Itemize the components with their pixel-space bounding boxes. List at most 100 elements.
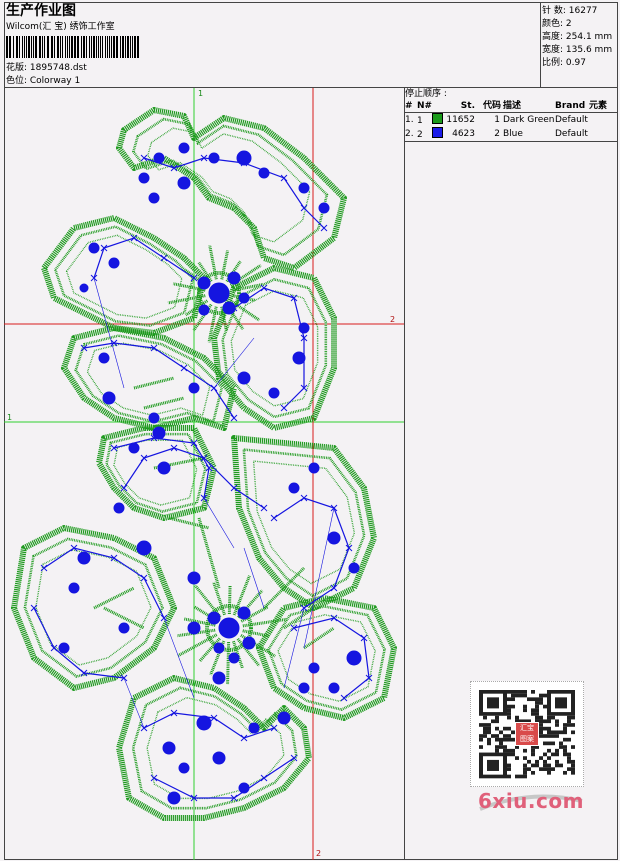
guide-label-h-green: 1: [7, 413, 12, 422]
leaf-stroke: [197, 517, 221, 589]
cross-stitch: [260, 774, 268, 782]
qr-module: [483, 715, 487, 720]
satin-dot: [346, 650, 362, 666]
colorway-label: 色位: Colorway 1: [6, 76, 81, 86]
cross-stitch: [140, 154, 148, 162]
qr-module: [483, 726, 487, 731]
stat-height: 高度: 254.1 mm: [542, 32, 613, 42]
qr-module: [555, 734, 559, 738]
qr-module: [507, 752, 511, 757]
qr-module: [547, 726, 551, 731]
satin-dot: [167, 791, 181, 805]
satin-dot: [118, 622, 130, 634]
satin-dot: [108, 257, 120, 269]
qr-module: [539, 693, 543, 698]
qr-module: [511, 752, 515, 757]
qr-module: [527, 697, 531, 702]
qr-module: [539, 723, 543, 727]
satin-dot: [79, 283, 89, 293]
qr-module: [495, 745, 499, 749]
cross-stitch: [270, 724, 278, 732]
petal-inner-outline: [131, 117, 329, 257]
qr-module: [483, 723, 487, 727]
qr-module: [507, 697, 511, 702]
satin-dot: [178, 142, 190, 154]
satin-dot: [236, 150, 252, 166]
barcode-bar: [54, 36, 55, 58]
satin-dot: [318, 202, 330, 214]
barcode-bar: [130, 36, 131, 58]
qr-module: [495, 719, 499, 724]
satin-dot: [298, 682, 310, 694]
qr-finder: [487, 697, 499, 709]
qr-module: [547, 719, 551, 724]
col-needle: N#: [417, 101, 433, 111]
satin-dot: [212, 671, 226, 685]
qr-module: [551, 715, 555, 720]
table-row: 1. 1 11652 1 Dark Green Default: [404, 112, 618, 128]
qr-module: [479, 737, 483, 742]
satin-dot: [187, 621, 201, 635]
company-name: Wilcom(汇 宝) 绣饰工作室: [6, 22, 115, 32]
satin-dot: [148, 192, 160, 204]
stat-scale: 比例: 0.97: [542, 58, 586, 68]
qr-module: [495, 715, 499, 720]
satin-dot: [298, 322, 310, 334]
qr-module: [571, 759, 575, 764]
petal-inner-outline: [113, 439, 198, 506]
cross-stitch: [280, 404, 288, 412]
satin-dot: [242, 636, 256, 650]
petal-inner-outline: [131, 686, 298, 810]
qr-module: [499, 730, 503, 735]
qr-module: [479, 745, 483, 749]
qr-module: [535, 712, 539, 716]
barcode-bar: [31, 36, 32, 58]
barcode-bar: [107, 36, 108, 58]
blue-stitch-path: [93, 237, 195, 279]
qr-module: [503, 745, 507, 749]
qr-module: [571, 767, 575, 771]
col-description: 描述: [503, 101, 522, 111]
qr-module: [567, 759, 571, 764]
qr-finder: [555, 697, 567, 709]
qr-module: [563, 770, 567, 775]
cross-stitch: [140, 574, 148, 582]
qr-module: [543, 693, 547, 698]
satin-dot: [222, 301, 236, 315]
cross-stitch: [340, 694, 348, 702]
embroidery-design: 1 1 2 2: [4, 88, 404, 860]
qr-module: [499, 741, 503, 746]
satin-dot: [187, 571, 201, 585]
col-code: 代码: [482, 101, 501, 111]
sequence-divider: [404, 141, 618, 142]
barcode-bar: [120, 36, 121, 58]
blue-stitch-path: [33, 607, 125, 679]
barcode-bar: [16, 36, 18, 58]
satin-dot: [328, 682, 340, 694]
qr-module: [555, 759, 559, 764]
qr-module: [563, 745, 567, 749]
watermark-text: 6xiu.com: [478, 789, 584, 813]
qr-module: [507, 704, 511, 709]
qr-module: [483, 730, 487, 735]
petal-inner-outline: [242, 448, 366, 598]
barcode-bar: [109, 36, 110, 58]
qr-module: [515, 690, 519, 694]
qr-module: [507, 737, 511, 742]
satin-dot: [237, 606, 251, 620]
barcode-bar: [105, 36, 106, 58]
qr-module: [531, 697, 535, 702]
satin-dot: [113, 502, 125, 514]
qr-module: [491, 734, 495, 738]
barcode-bar: [19, 36, 20, 58]
qr-module: [507, 734, 511, 738]
barcode-bar: [100, 36, 101, 58]
qr-module: [559, 730, 563, 735]
satin-dot: [58, 642, 70, 654]
qr-module: [531, 712, 535, 716]
barcode-bar: [22, 36, 23, 58]
qr-module: [543, 726, 547, 731]
qr-module: [555, 723, 559, 727]
satin-dot: [218, 617, 240, 639]
satin-dot: [348, 562, 360, 574]
